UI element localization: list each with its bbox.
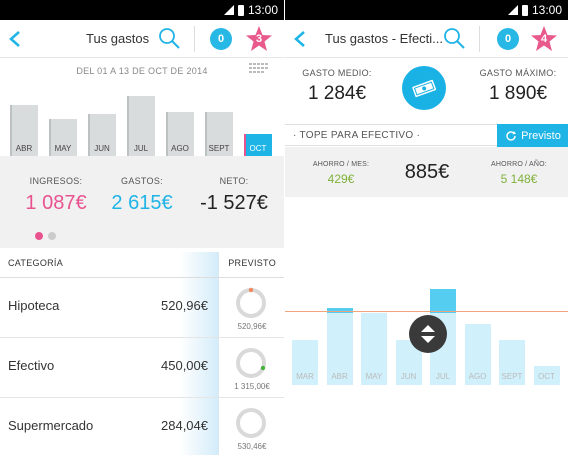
- table-row[interactable]: Supermercado 284,04€ 530,46€: [0, 398, 284, 455]
- planned-amount: 1 315,00€: [234, 382, 270, 391]
- category-name: Supermercado: [8, 418, 94, 433]
- tope-label: · TOPE PARA EFECTIVO ·: [293, 130, 421, 141]
- chart-month-label: MAY: [54, 144, 72, 153]
- page-title: Tus gastos - Efecti...: [325, 31, 444, 46]
- up-down-arrows-icon: [421, 325, 435, 343]
- neto: NETO: -1 527€: [192, 176, 276, 215]
- chart-month-label: MAY: [365, 372, 383, 381]
- limit-line: [285, 311, 568, 312]
- star-count: 3: [255, 33, 263, 45]
- ingresos-label: INGRESOS:: [29, 176, 83, 186]
- neto-label: NETO:: [219, 176, 249, 186]
- ingresos: INGRESOS: 1 087€: [14, 176, 98, 215]
- chart-month-label: JUN: [400, 372, 417, 381]
- page-title: Tus gastos: [86, 31, 150, 46]
- signal-icon: [223, 5, 234, 15]
- chart-month-label: JUN: [94, 144, 110, 153]
- category-amount: 450,00€: [161, 358, 208, 373]
- page-indicator[interactable]: [35, 232, 56, 240]
- star-badge[interactable]: 4: [530, 25, 558, 53]
- monthly-spending-chart: ABR MAY JUN JUL AGO SEPT OCT: [0, 86, 284, 156]
- planned-amount: 530,46€: [237, 442, 267, 451]
- previsto-button[interactable]: Previsto: [497, 124, 568, 148]
- progress-ring: [236, 348, 266, 378]
- category-name: Efectivo: [8, 358, 55, 373]
- right-screen: 13:00 Tus gastos - Efecti... 0 4 GASTO M…: [284, 0, 568, 455]
- gastos-value: 2 615€: [111, 192, 173, 214]
- status-time: 13:00: [531, 3, 562, 17]
- col-previsto: PREVISTO: [228, 258, 276, 268]
- back-arrow-icon: [294, 30, 305, 47]
- gasto-medio: GASTO MEDIO: 1 284€: [291, 68, 383, 105]
- gasto-maximo-label: GASTO MÁXIMO:: [479, 68, 557, 78]
- progress-ring: [236, 408, 266, 438]
- category-name: Hipoteca: [8, 298, 60, 313]
- ahorro-mes-value: 429€: [327, 172, 355, 186]
- status-time: 13:00: [247, 3, 278, 17]
- signal-icon: [507, 5, 518, 15]
- gastos: GASTOS: 2 615€: [100, 176, 184, 215]
- separator: [479, 26, 480, 52]
- chart-month-label: AGO: [468, 372, 487, 381]
- left-screen: 13:00 Tus gastos 0 3 DEL 01 A 13 DE OCT …: [0, 0, 284, 455]
- back-button[interactable]: [0, 20, 30, 58]
- refresh-icon: [506, 131, 517, 141]
- gasto-medio-value: 1 284€: [307, 83, 367, 104]
- ahorro-ano: AHORRO / AÑO: 5 148€: [477, 161, 561, 186]
- planned-amount: 520,96€: [237, 322, 267, 331]
- table-row[interactable]: Efectivo 450,00€ 1 315,00€: [0, 338, 284, 398]
- calendar-icon[interactable]: [249, 63, 269, 77]
- ahorro-ano-label: AHORRO / AÑO:: [491, 161, 547, 168]
- drag-handle[interactable]: [409, 315, 447, 353]
- battery-icon: [237, 4, 244, 16]
- table-header: CATEGORÍA PREVISTO: [0, 252, 284, 278]
- search-icon[interactable]: [443, 27, 465, 49]
- back-arrow-icon: [9, 30, 20, 47]
- col-categoria: CATEGORÍA: [8, 258, 64, 268]
- chart-month-label: SEPT: [501, 372, 523, 381]
- date-range: DEL 01 A 13 DE OCT DE 2014: [76, 66, 208, 76]
- gasto-maximo-value: 1 890€: [488, 83, 548, 104]
- page-dot[interactable]: [48, 232, 56, 240]
- chart-month-label: JUL: [133, 144, 149, 153]
- ahorro-mes: AHORRO / MES: 429€: [299, 161, 383, 186]
- chart-month-label: MAR: [296, 372, 314, 381]
- previsto-button-label: Previsto: [521, 130, 561, 142]
- chart-month-label: ABR: [15, 144, 33, 153]
- chart-month-label: ABR: [331, 372, 348, 381]
- star-count: 4: [540, 33, 548, 45]
- table-row[interactable]: Hipoteca 520,96€ 520,96€: [0, 278, 284, 338]
- money-icon: [402, 66, 446, 110]
- page-dot-active[interactable]: [35, 232, 43, 240]
- tope-value: 885€: [404, 161, 450, 183]
- gasto-medio-label: GASTO MEDIO:: [302, 68, 372, 78]
- notification-badge[interactable]: 0: [210, 28, 232, 50]
- ahorro-ano-value: 5 148€: [500, 172, 538, 186]
- category-amount: 520,96€: [161, 298, 208, 313]
- chart-month-label: JUL: [435, 372, 451, 381]
- star-badge[interactable]: 3: [245, 25, 273, 53]
- category-amount: 284,04€: [161, 418, 208, 433]
- chart-month-label: SEPT: [208, 144, 230, 153]
- chart-month-label: AGO: [171, 144, 189, 153]
- back-button[interactable]: [285, 20, 315, 58]
- ingresos-value: 1 087€: [25, 192, 87, 214]
- chart-month-label: OCT: [249, 144, 267, 153]
- chart-month-label: OCT: [538, 372, 555, 381]
- status-bar: 13:00: [285, 0, 568, 20]
- top-bar: Tus gastos 0 3: [0, 20, 284, 58]
- tope-header: · TOPE PARA EFECTIVO · Previsto: [285, 124, 568, 148]
- status-bar: 13:00: [0, 0, 284, 20]
- gastos-label: GASTOS:: [121, 176, 163, 186]
- top-bar: Tus gastos - Efecti... 0 4: [285, 20, 568, 58]
- gasto-maximo: GASTO MÁXIMO: 1 890€: [471, 68, 565, 105]
- neto-value: -1 527€: [200, 192, 268, 214]
- progress-ring: [236, 287, 266, 318]
- ahorro-mes-label: AHORRO / MES:: [312, 161, 370, 168]
- separator: [194, 26, 195, 52]
- ahorro-panel: AHORRO / MES: 429€ 885€ AHORRO / AÑO: 5 …: [285, 147, 568, 197]
- search-icon[interactable]: [158, 27, 180, 49]
- notification-badge[interactable]: 0: [497, 28, 519, 50]
- battery-icon: [521, 4, 528, 16]
